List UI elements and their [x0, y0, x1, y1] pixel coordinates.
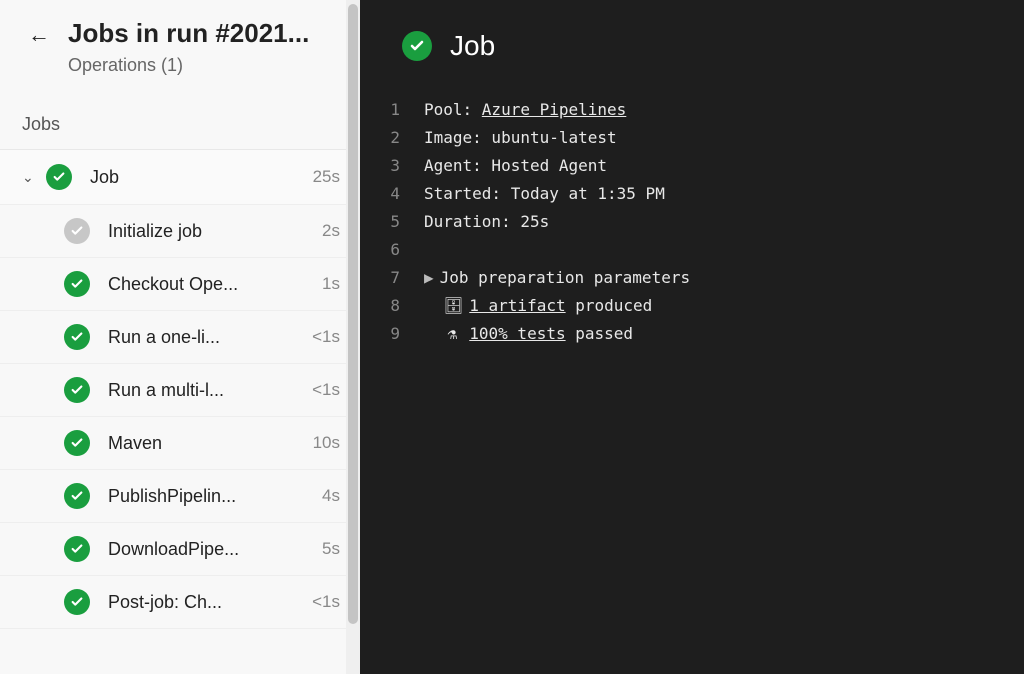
line-number: 7	[360, 264, 400, 292]
chevron-down-icon[interactable]: ⌄	[22, 169, 40, 186]
step-row[interactable]: Maven 10s	[0, 417, 360, 470]
step-row[interactable]: PublishPipelin... 4s	[0, 470, 360, 523]
tests-flask-icon: ⚗	[443, 320, 461, 348]
log-line: 5 Duration: 25s	[360, 208, 1024, 236]
step-name: DownloadPipe...	[108, 539, 314, 560]
page-subtitle: Operations (1)	[68, 55, 340, 76]
log-line: 1 Pool: Azure Pipelines	[360, 96, 1024, 124]
step-duration: 10s	[313, 433, 340, 453]
line-number: 2	[360, 124, 400, 152]
log-line: 4 Started: Today at 1:35 PM	[360, 180, 1024, 208]
status-skipped-icon	[64, 218, 90, 244]
log-text: Pool:	[424, 100, 482, 119]
tests-link[interactable]: 100% tests	[469, 324, 565, 343]
log-text: Started: Today at 1:35 PM	[424, 180, 665, 208]
log-text: Image: ubuntu-latest	[424, 124, 617, 152]
step-duration: <1s	[312, 592, 340, 612]
job-duration: 25s	[313, 167, 340, 187]
step-name: PublishPipelin...	[108, 486, 314, 507]
step-row[interactable]: Run a one-li... <1s	[0, 311, 360, 364]
artifact-link[interactable]: 1 artifact	[469, 296, 565, 315]
step-row[interactable]: Initialize job 2s	[0, 205, 360, 258]
log-text: produced	[566, 296, 653, 315]
page-title: Jobs in run #2021...	[68, 18, 340, 49]
line-number: 4	[360, 180, 400, 208]
status-success-icon	[64, 324, 90, 350]
status-success-icon	[402, 31, 432, 61]
log-line: 3 Agent: Hosted Agent	[360, 152, 1024, 180]
step-duration: 2s	[322, 221, 340, 241]
log-line: 6	[360, 236, 1024, 264]
log-pane: Job 1 Pool: Azure Pipelines 2 Image: ubu…	[360, 0, 1024, 674]
log-text: Job preparation parameters	[440, 264, 690, 292]
log-title: Job	[450, 30, 495, 62]
step-row[interactable]: Post-job: Ch... <1s	[0, 576, 360, 629]
scrollbar-thumb[interactable]	[348, 4, 358, 624]
log-line: 9 ⚗ 100% tests passed	[360, 320, 1024, 348]
log-text: Duration: 25s	[424, 208, 549, 236]
line-number: 8	[360, 292, 400, 320]
sidebar: ← Jobs in run #2021... Operations (1) Jo…	[0, 0, 360, 674]
pool-link[interactable]: Azure Pipelines	[482, 100, 627, 119]
step-name: Run a multi-l...	[108, 380, 304, 401]
status-success-icon	[64, 536, 90, 562]
log-body: 1 Pool: Azure Pipelines 2 Image: ubuntu-…	[360, 86, 1024, 348]
line-number: 1	[360, 96, 400, 124]
line-number: 5	[360, 208, 400, 236]
step-row[interactable]: Checkout Ope... 1s	[0, 258, 360, 311]
step-name: Checkout Ope...	[108, 274, 314, 295]
status-success-icon	[46, 164, 72, 190]
step-name: Run a one-li...	[108, 327, 304, 348]
log-line-expandable[interactable]: 7 ▶ Job preparation parameters	[360, 264, 1024, 292]
step-name: Initialize job	[108, 221, 314, 242]
line-number: 9	[360, 320, 400, 348]
artifact-icon: 🗄	[443, 292, 461, 320]
jobs-section-label: Jobs	[0, 76, 360, 149]
step-row[interactable]: Run a multi-l... <1s	[0, 364, 360, 417]
log-header: Job	[360, 0, 1024, 86]
job-row[interactable]: ⌄ Job 25s	[0, 150, 360, 205]
line-number: 6	[360, 236, 400, 264]
step-duration: 1s	[322, 274, 340, 294]
step-duration: <1s	[312, 380, 340, 400]
step-row[interactable]: DownloadPipe... 5s	[0, 523, 360, 576]
sidebar-header: ← Jobs in run #2021... Operations (1)	[0, 0, 360, 76]
status-success-icon	[64, 483, 90, 509]
status-success-icon	[64, 377, 90, 403]
status-success-icon	[64, 589, 90, 615]
log-text: passed	[566, 324, 633, 343]
step-duration: 4s	[322, 486, 340, 506]
scrollbar-track[interactable]	[346, 0, 360, 674]
status-success-icon	[64, 430, 90, 456]
log-text: Agent: Hosted Agent	[424, 152, 607, 180]
step-duration: <1s	[312, 327, 340, 347]
line-number: 3	[360, 152, 400, 180]
step-name: Post-job: Ch...	[108, 592, 304, 613]
step-duration: 5s	[322, 539, 340, 559]
job-name: Job	[90, 167, 305, 188]
log-line: 8 🗄 1 artifact produced	[360, 292, 1024, 320]
log-line: 2 Image: ubuntu-latest	[360, 124, 1024, 152]
back-arrow-icon[interactable]: ←	[28, 24, 50, 46]
disclosure-triangle-icon[interactable]: ▶	[424, 264, 434, 292]
step-name: Maven	[108, 433, 305, 454]
status-success-icon	[64, 271, 90, 297]
job-tree: ⌄ Job 25s Initialize job 2s Checkout Ope..…	[0, 149, 360, 629]
